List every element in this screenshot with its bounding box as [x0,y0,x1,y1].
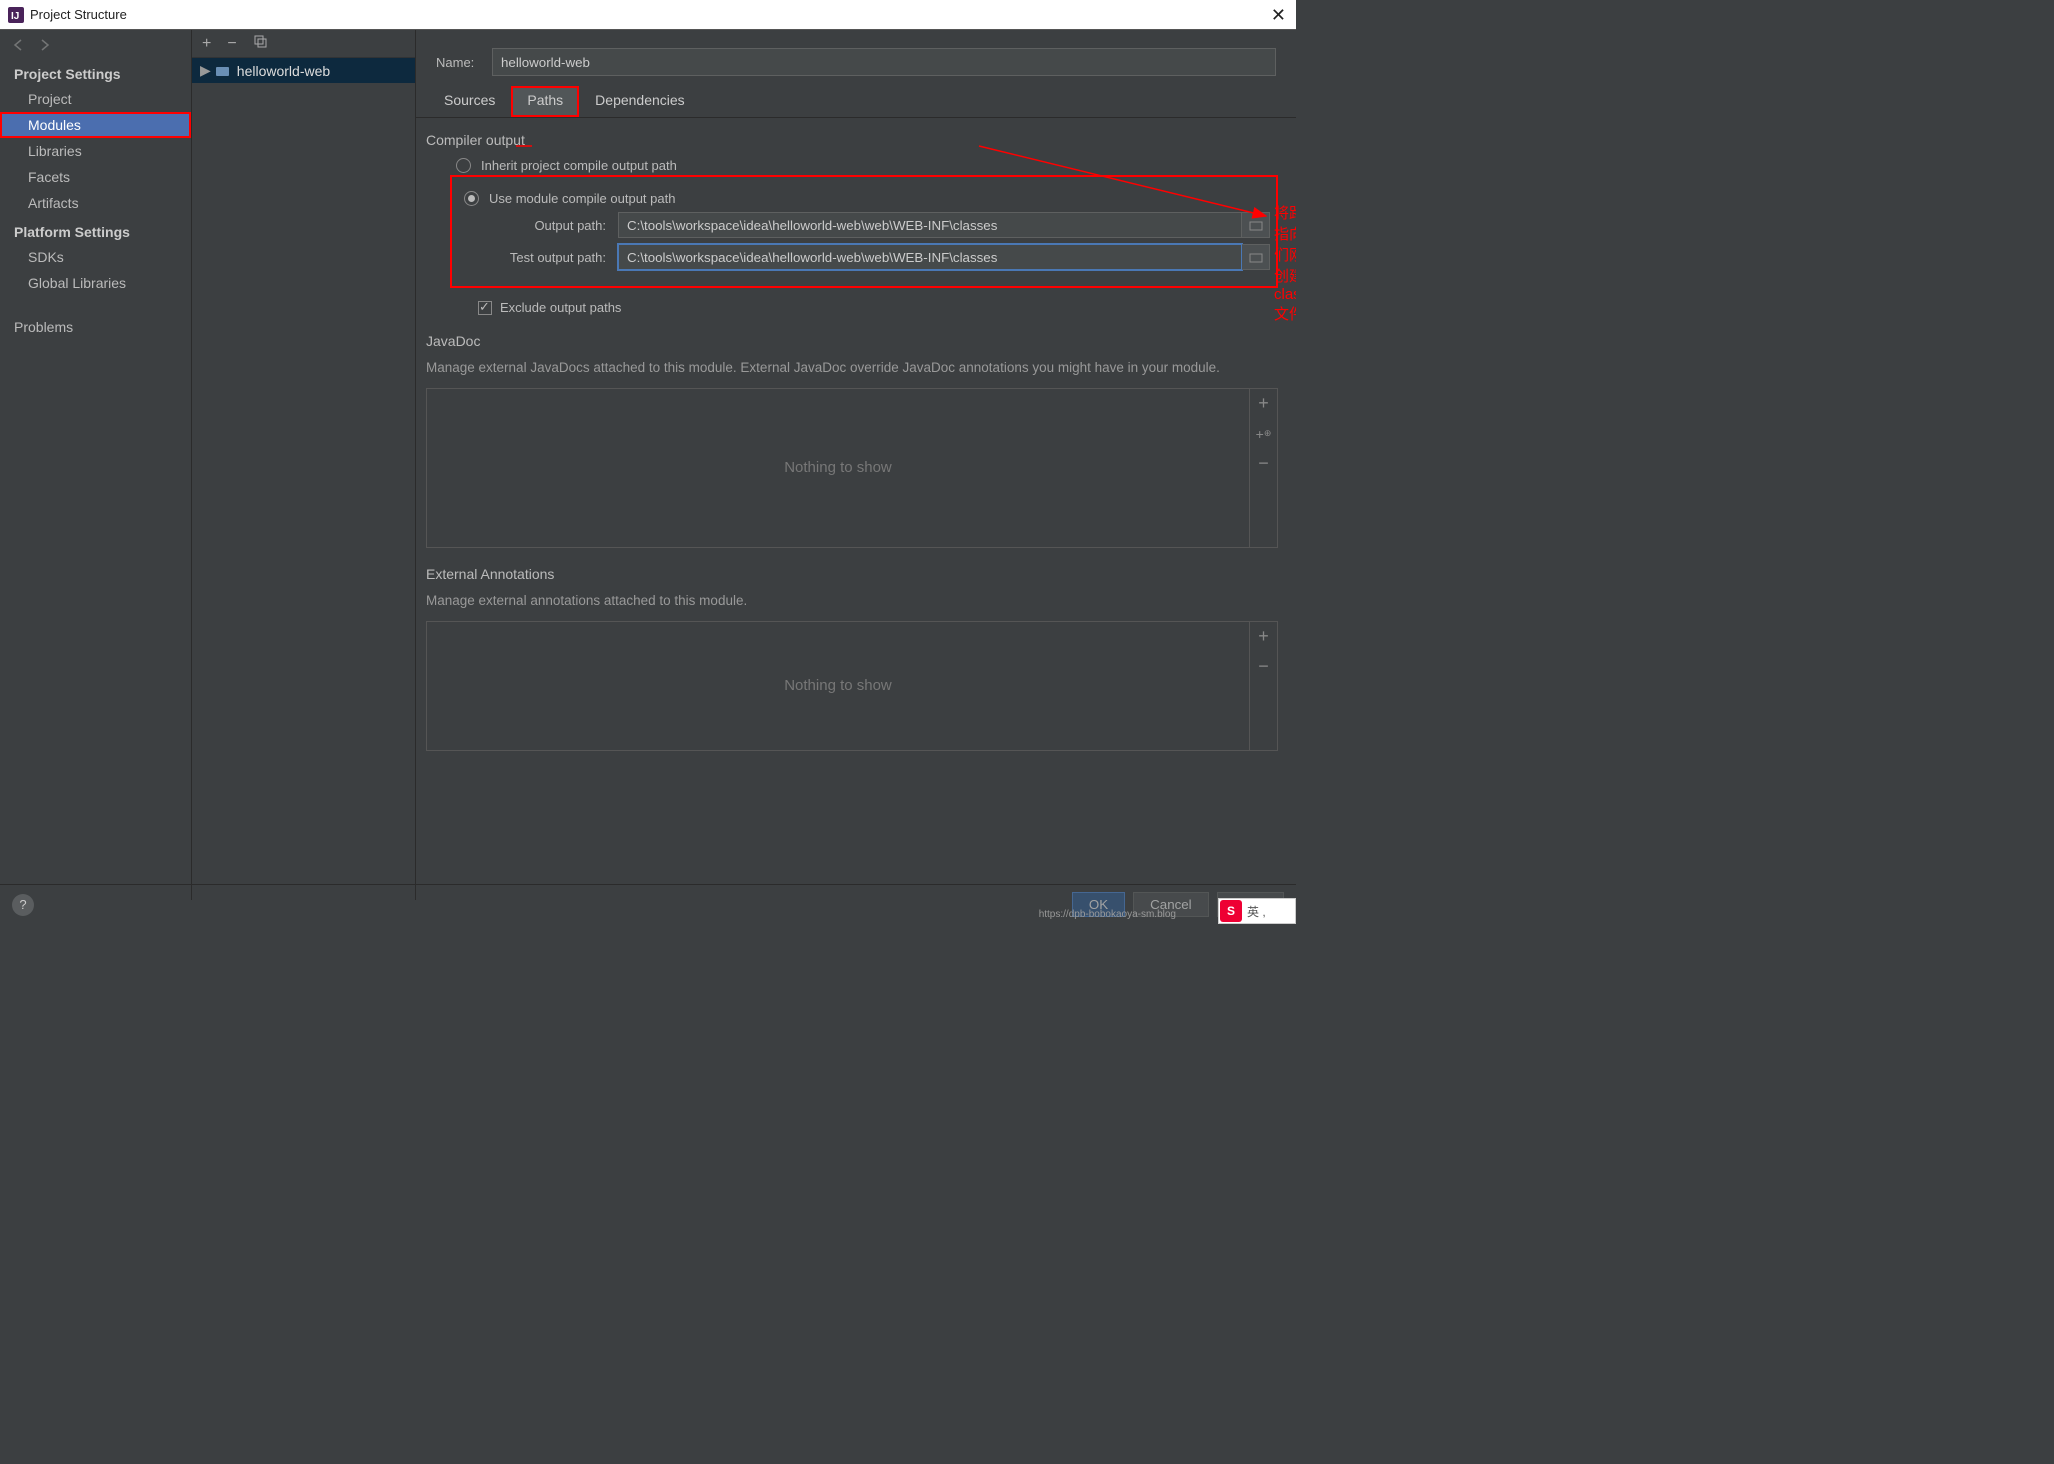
section-project-settings: Project Settings [0,58,191,86]
add-javadoc-icon[interactable]: + [1250,389,1277,419]
nav-facets[interactable]: Facets [0,164,191,190]
app-icon: IJ [8,7,24,23]
sogou-icon: S [1220,900,1242,922]
javadoc-panel: Nothing to show + +⊕ − [426,388,1278,548]
exclude-output-checkbox[interactable]: Exclude output paths [478,300,1278,315]
checkbox-icon [478,301,492,315]
nav-modules[interactable]: Modules [0,112,191,138]
radio-inherit-label: Inherit project compile output path [481,158,677,173]
browse-test-output-icon[interactable] [1242,244,1270,270]
extannot-desc: Manage external annotations attached to … [426,592,1278,611]
left-sidebar: Project Settings Project Modules Librari… [0,30,192,900]
radio-icon [456,158,471,173]
watermark: https://dpb-bobokaoya-sm.blog [1039,909,1176,920]
remove-module-icon[interactable]: − [227,35,236,53]
remove-javadoc-icon[interactable]: − [1250,449,1277,479]
nav-artifacts[interactable]: Artifacts [0,190,191,216]
window-title: Project Structure [30,7,127,22]
remove-extannot-icon[interactable]: − [1250,652,1277,682]
javadoc-empty: Nothing to show [427,389,1249,547]
name-label: Name: [436,55,492,70]
back-icon[interactable] [12,38,26,52]
nav-libraries[interactable]: Libraries [0,138,191,164]
extannot-empty: Nothing to show [427,622,1249,750]
tab-sources[interactable]: Sources [428,86,511,117]
copy-module-icon[interactable] [253,34,267,53]
test-output-path-label: Test output path: [458,250,618,265]
compiler-output-label: Compiler output [426,132,1278,148]
javadoc-title: JavaDoc [426,333,1278,349]
output-path-label: Output path: [458,218,618,233]
radio-icon [464,191,479,206]
module-name-label: helloworld-web [237,63,330,79]
nav-project[interactable]: Project [0,86,191,112]
module-name-input[interactable] [492,48,1276,76]
browse-output-icon[interactable] [1242,212,1270,238]
ime-badge[interactable]: S 英 , [1218,898,1296,924]
ime-text: 英 , [1247,903,1266,920]
radio-module[interactable]: Use module compile output path [464,191,1270,206]
nav-sdks[interactable]: SDKs [0,244,191,270]
radio-inherit[interactable]: Inherit project compile output path [456,158,1278,173]
module-list-panel: + − ▶ helloworld-web [192,30,416,900]
tab-dependencies[interactable]: Dependencies [579,86,701,117]
svg-text:IJ: IJ [11,11,19,22]
output-path-input[interactable] [618,212,1242,238]
extannot-title: External Annotations [426,566,1278,582]
nav-global-libraries[interactable]: Global Libraries [0,270,191,296]
expand-arrow-icon[interactable]: ▶ [200,62,211,79]
radio-module-label: Use module compile output path [489,191,675,206]
exclude-label: Exclude output paths [500,300,621,315]
section-platform-settings: Platform Settings [0,216,191,244]
nav-problems[interactable]: Problems [0,314,191,340]
test-output-path-input[interactable] [618,244,1242,270]
module-folder-icon [215,64,231,78]
javadoc-desc: Manage external JavaDocs attached to thi… [426,359,1278,378]
module-tree-item[interactable]: ▶ helloworld-web [192,58,415,83]
add-extannot-icon[interactable]: + [1250,622,1277,652]
titlebar: IJ Project Structure ✕ [0,0,1296,30]
extannot-panel: Nothing to show + − [426,621,1278,751]
module-tabs: Sources Paths Dependencies [416,86,1296,118]
add-url-javadoc-icon[interactable]: +⊕ [1250,419,1277,449]
add-module-icon[interactable]: + [202,35,211,53]
close-icon[interactable]: ✕ [1271,5,1286,26]
tab-paths[interactable]: Paths [511,86,579,117]
content-panel: Name: Sources Paths Dependencies 将路径指向我们… [416,30,1296,900]
forward-icon[interactable] [38,38,52,52]
help-icon[interactable]: ? [12,894,34,916]
